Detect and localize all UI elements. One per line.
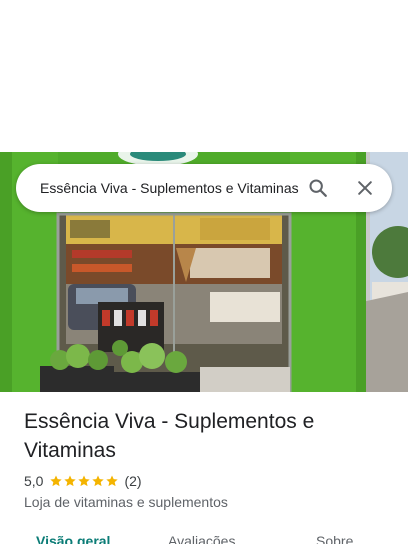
star-icon xyxy=(92,475,105,487)
tab-overview[interactable]: Visão geral xyxy=(36,532,110,544)
place-category[interactable]: Loja de vitaminas e suplementos xyxy=(24,492,228,512)
star-icon xyxy=(78,475,91,487)
close-icon xyxy=(358,181,372,195)
close-button[interactable] xyxy=(347,170,383,206)
star-icon xyxy=(50,475,63,487)
place-title: Essência Viva - Suplementos e Vitaminas xyxy=(24,410,315,462)
tab-reviews[interactable]: Avaliações xyxy=(168,532,235,544)
search-button[interactable] xyxy=(300,170,336,206)
search-icon xyxy=(309,179,327,197)
star-icon xyxy=(106,475,119,487)
star-rating xyxy=(49,474,119,488)
place-tabs: Visão geral Avaliações Sobre xyxy=(0,526,408,544)
rating-value: 5,0 xyxy=(24,473,44,489)
star-icon xyxy=(64,475,77,487)
place-details-screen: Essência Viva - Suplementos e Vitaminas … xyxy=(0,0,408,544)
tab-about[interactable]: Sobre xyxy=(316,532,353,544)
review-count[interactable]: (2) xyxy=(124,473,141,489)
search-input[interactable]: Essência Viva - Suplementos e Vitaminas xyxy=(40,164,304,212)
rating-row[interactable]: 5,0 (2) xyxy=(24,471,142,491)
search-bar[interactable]: Essência Viva - Suplementos e Vitaminas xyxy=(16,164,392,212)
